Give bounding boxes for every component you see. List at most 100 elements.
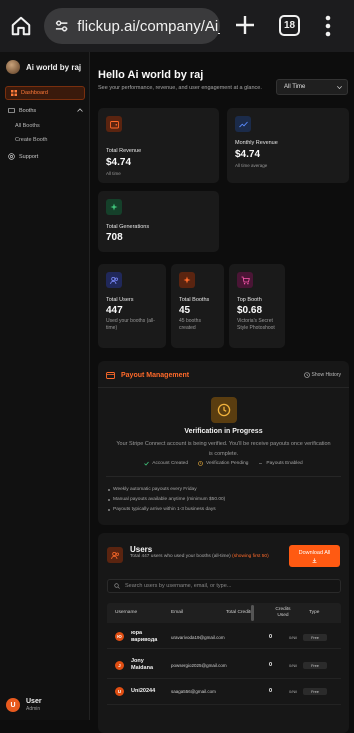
step-account-created: Account Created: [144, 461, 188, 466]
users-panel: Users Total 447 users who used your boot…: [98, 533, 349, 733]
pending-dot-icon: [259, 463, 263, 464]
row-credits-used: 0/Nil: [289, 635, 298, 640]
grid-icon: [179, 272, 195, 288]
table-row[interactable]: U Uni20244 saaga556@gmail.com 0 0/Nil Fr…: [107, 681, 341, 705]
brand[interactable]: Ai world by raj: [6, 60, 81, 74]
sparkle-icon: [106, 199, 122, 215]
payout-management-panel: Payout Management Show History Verificat…: [98, 361, 349, 525]
stat-value: 708: [106, 232, 123, 243]
column-username[interactable]: Username: [115, 610, 137, 616]
verification-description: Your Stripe Connect account is being ver…: [116, 441, 331, 457]
show-history-button[interactable]: Show History: [303, 372, 341, 378]
stat-card-monthly-revenue: Monthly Revenue $4.74 All time average: [227, 108, 349, 183]
stat-value: 45: [179, 305, 191, 316]
column-email[interactable]: Email: [171, 610, 183, 616]
new-tab-icon[interactable]: [234, 14, 256, 36]
home-icon[interactable]: [10, 15, 32, 37]
table-scrollbar[interactable]: [251, 605, 254, 621]
column-type[interactable]: Type: [309, 610, 319, 616]
download-icon: [312, 557, 317, 563]
row-credits-used: 0/Nil: [289, 663, 298, 668]
stat-note: 45 booths created: [179, 318, 201, 331]
step-payouts-enabled: Payouts Enabled: [258, 461, 303, 466]
stat-label: Monthly Revenue: [235, 140, 278, 146]
download-all-button[interactable]: Download All: [289, 545, 340, 567]
row-username: Uni20244: [131, 688, 156, 694]
stat-card-top-booth: Top Booth $0.68 Victoria's Secret Style …: [229, 264, 285, 348]
sidebar-item-all-booths[interactable]: All Booths: [15, 123, 40, 129]
users-icon: [107, 547, 123, 563]
row-total-credits: 0: [269, 662, 273, 668]
main-content: Hello Ai world by raj See your performan…: [90, 52, 354, 733]
chevron-down-icon: [337, 86, 342, 89]
url-text[interactable]: flickup.ai/company/Ai_: [77, 18, 220, 35]
download-all-label: Download All: [298, 549, 331, 556]
user-avatar: U: [6, 698, 20, 712]
users-showing-count: (showing first 50): [232, 554, 269, 559]
clock-small-icon: [198, 461, 203, 466]
period-select[interactable]: All Time: [276, 79, 348, 95]
user-name: User: [26, 698, 42, 705]
stat-label: Total Users: [106, 297, 134, 303]
support-icon: [8, 153, 15, 160]
tab-switcher-button[interactable]: 18: [279, 15, 300, 36]
search-icon: [114, 583, 120, 589]
table-header: Username Email Total Credits Credits Use…: [107, 603, 341, 623]
users-title: Users: [130, 545, 153, 554]
users-description: Total 447 users who used your booths (al…: [130, 554, 280, 561]
sidebar-item-label: Support: [19, 153, 39, 160]
address-bar[interactable]: flickup.ai/company/Ai_: [44, 8, 220, 44]
row-email: uravarivoda19@gmail.com: [171, 635, 225, 640]
column-credits-used[interactable]: Credits Used: [270, 607, 296, 619]
stat-card-total-users: Total Users 447 Used your booths (all-ti…: [98, 264, 166, 348]
sidebar: Ai world by raj Dashboard Booths All Boo…: [0, 52, 90, 720]
sidebar-item-booths[interactable]: Booths: [8, 107, 36, 114]
stat-note: All time average: [235, 163, 268, 168]
cart-icon: [237, 272, 253, 288]
clock-icon: [211, 397, 237, 423]
user-search-box[interactable]: [107, 579, 341, 593]
table-row[interactable]: Ю юра варивода uravarivoda19@gmail.com 0…: [107, 625, 341, 649]
divider: [98, 387, 349, 388]
stat-value: $0.68: [237, 305, 263, 316]
more-menu-icon[interactable]: [325, 15, 331, 37]
show-history-label: Show History: [311, 372, 341, 378]
stat-label: Total Generations: [106, 224, 150, 230]
payout-info-text: Payouts typically arrive within 1-3 busi…: [113, 507, 216, 512]
row-email: saaga556@gmail.com: [171, 689, 216, 694]
sidebar-item-create-booth[interactable]: Create Booth: [15, 137, 47, 143]
row-email: powsergio2025@gmail.com: [171, 663, 227, 668]
browser-toolbar: flickup.ai/company/Ai_ 18: [0, 0, 354, 52]
sidebar-item-dashboard[interactable]: Dashboard: [5, 86, 85, 100]
type-label: Free: [311, 689, 319, 694]
row-type-badge: Free: [303, 688, 327, 695]
stat-label: Total Booths: [179, 297, 210, 303]
column-total-credits[interactable]: Total Credits: [226, 610, 253, 616]
period-value: All Time: [284, 84, 306, 90]
row-avatar: J: [115, 661, 124, 670]
user-profile[interactable]: U User Admin: [6, 698, 42, 712]
step-verification-pending: Verification Pending: [198, 461, 248, 466]
row-credits-used: 0/Nil: [289, 689, 298, 694]
sidebar-item-label: Booths: [19, 107, 37, 114]
step-label: Account Created: [152, 461, 189, 466]
search-input[interactable]: [125, 583, 335, 589]
chevron-up-icon[interactable]: [77, 108, 83, 112]
type-label: Free: [311, 635, 319, 640]
stat-value: $4.74: [106, 157, 132, 168]
payout-info-item: Manual payouts available anytime (minimu…: [108, 497, 225, 502]
check-icon: [144, 461, 150, 466]
row-total-credits: 0: [269, 634, 273, 640]
table-row[interactable]: J Jony Maidana powsergio2025@gmail.com 0…: [107, 651, 341, 679]
row-username: юра варивода: [131, 630, 158, 643]
brand-name: Ai world by raj: [26, 62, 82, 72]
row-type-badge: Free: [303, 634, 327, 641]
site-settings-icon[interactable]: [54, 18, 69, 34]
dashboard-icon: [11, 90, 17, 96]
sidebar-item-support[interactable]: Support: [8, 153, 38, 160]
users-description-text: Total 447 users who used your booths (al…: [130, 554, 231, 559]
step-label: Payouts Enabled: [266, 461, 303, 466]
divider: [106, 476, 341, 477]
stat-note: Used your booths (all-time): [106, 318, 155, 331]
verification-title: Verification in Progress: [184, 428, 263, 435]
